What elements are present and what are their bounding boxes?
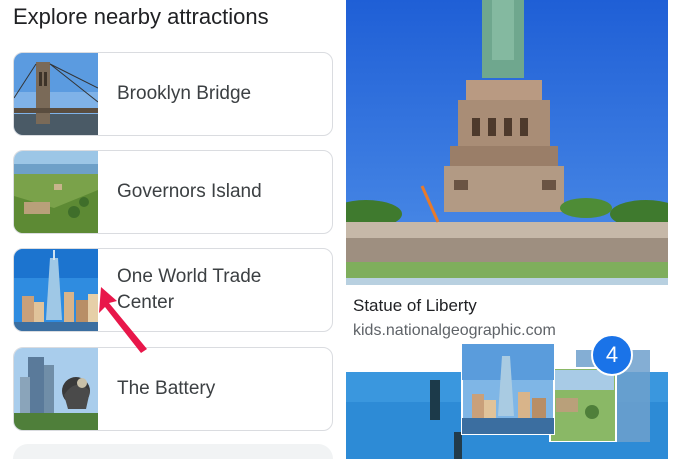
attraction-label: Governors Island — [117, 181, 262, 202]
brooklyn-bridge-thumbnail — [14, 53, 98, 135]
search-results-page: Explore nearby attractions Brooklyn Brid… — [0, 0, 680, 459]
attraction-card-the-battery[interactable]: The Battery — [13, 347, 333, 431]
attraction-label: The Battery — [117, 378, 216, 399]
attraction-card-one-world-trade-center[interactable]: One World Trade Center — [13, 248, 333, 332]
drag-count-badge: 4 — [591, 334, 633, 376]
the-battery-thumbnail — [14, 348, 98, 430]
one-world-trade-center-thumbnail — [14, 249, 98, 331]
pointer-arrow-icon — [95, 285, 155, 355]
attraction-card-governors-island[interactable]: Governors Island — [13, 150, 333, 234]
image-title[interactable]: Statue of Liberty — [353, 296, 477, 316]
attraction-card-brooklyn-bridge[interactable]: Brooklyn Bridge — [13, 52, 333, 136]
image-source: kids.nationalgeographic.com — [353, 322, 556, 339]
statue-of-liberty-image[interactable] — [346, 0, 668, 285]
more-attractions-chip[interactable] — [13, 444, 333, 459]
governors-island-thumbnail — [14, 151, 98, 233]
section-title: Explore nearby attractions — [13, 4, 269, 29]
attraction-label: Brooklyn Bridge — [117, 83, 252, 104]
